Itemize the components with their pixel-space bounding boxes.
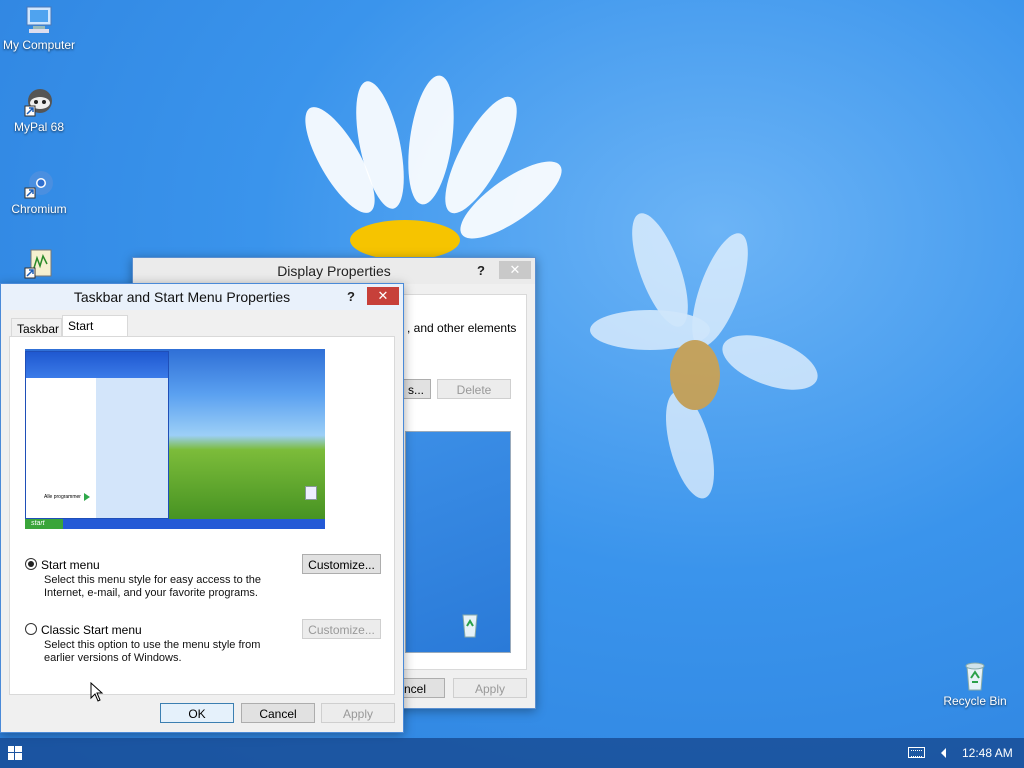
help-button[interactable]: ? bbox=[339, 288, 363, 306]
preview-taskbar: start bbox=[25, 519, 325, 529]
start-menu-description: Select this menu style for easy access t… bbox=[44, 574, 262, 599]
keyboard-icon[interactable] bbox=[908, 747, 925, 758]
clock[interactable]: 12:48 AM bbox=[962, 746, 1013, 760]
classic-start-menu-description: Select this option to use the menu style… bbox=[44, 639, 261, 664]
mouse-cursor-icon bbox=[90, 681, 104, 705]
recycle-bin-icon bbox=[959, 660, 991, 692]
desktop-icon-label: MyPal 68 bbox=[13, 120, 65, 134]
start-menu-label[interactable]: Start menu bbox=[41, 558, 100, 572]
preview-start-menu: Alle programmer bbox=[25, 351, 169, 519]
recycle-bin-icon bbox=[462, 614, 478, 638]
cancel-button[interactable]: Cancel bbox=[241, 703, 315, 723]
delete-button[interactable]: Delete bbox=[437, 379, 511, 399]
taskbar-properties-window: Taskbar and Start Menu Properties ? ✕ Ta… bbox=[0, 283, 404, 733]
desktop-icon-label: My Computer bbox=[2, 38, 76, 52]
preview-start-button: start bbox=[25, 519, 63, 529]
taskbar: 12:48 AM bbox=[0, 738, 1024, 768]
cancel-button[interactable]: ncel bbox=[401, 678, 445, 698]
desktop-icon-recycle-bin[interactable]: Recycle Bin bbox=[935, 660, 1015, 708]
app-shortcut-icon bbox=[23, 248, 55, 280]
desktop-icon-label: Chromium bbox=[11, 202, 67, 216]
mypal-icon bbox=[23, 86, 55, 118]
green-arrow-icon bbox=[84, 493, 90, 501]
monitor-preview bbox=[405, 431, 511, 653]
preview-recycle-bin-icon bbox=[305, 486, 317, 500]
computer-icon bbox=[23, 4, 55, 36]
customize-classic-button[interactable]: Customize... bbox=[302, 619, 381, 639]
desktop-icon-app-shortcut[interactable] bbox=[0, 248, 79, 282]
title-bar: Display Properties ? ✕ bbox=[133, 258, 535, 284]
desktop-icon-label: Recycle Bin bbox=[943, 694, 1007, 708]
preview-all-programs: Alle programmer bbox=[44, 494, 81, 500]
appearance-text: , and other elements bbox=[407, 321, 517, 335]
start-button[interactable] bbox=[8, 746, 22, 760]
ok-button[interactable]: OK bbox=[160, 703, 234, 723]
start-menu-preview: Alle programmer start bbox=[25, 349, 325, 529]
close-button[interactable]: ✕ bbox=[367, 287, 399, 305]
effects-button[interactable]: s... bbox=[401, 379, 431, 399]
wallpaper-flower-small bbox=[560, 206, 825, 510]
chromium-icon bbox=[23, 168, 55, 200]
tray-expand-icon[interactable] bbox=[941, 748, 946, 758]
desktop-icon-chromium[interactable]: Chromium bbox=[0, 168, 79, 216]
apply-button[interactable]: Apply bbox=[453, 678, 527, 698]
tab-start-menu[interactable]: Start Menu bbox=[62, 315, 128, 353]
apply-button[interactable]: Apply bbox=[321, 703, 395, 723]
start-menu-radio[interactable] bbox=[25, 558, 37, 570]
customize-start-menu-button[interactable]: Customize... bbox=[302, 554, 381, 574]
classic-start-menu-label[interactable]: Classic Start menu bbox=[41, 623, 142, 637]
help-button[interactable]: ? bbox=[469, 262, 493, 280]
classic-start-menu-radio[interactable] bbox=[25, 623, 37, 635]
tab-taskbar[interactable]: Taskbar bbox=[11, 318, 62, 338]
window-title: Taskbar and Start Menu Properties bbox=[73, 289, 291, 305]
desktop-icon-mypal[interactable]: MyPal 68 bbox=[0, 86, 79, 134]
title-bar: Taskbar and Start Menu Properties ? ✕ bbox=[1, 284, 403, 310]
close-button[interactable]: ✕ bbox=[499, 261, 531, 279]
windows-logo-icon bbox=[8, 746, 22, 760]
desktop-icon-my-computer[interactable]: My Computer bbox=[0, 4, 79, 52]
